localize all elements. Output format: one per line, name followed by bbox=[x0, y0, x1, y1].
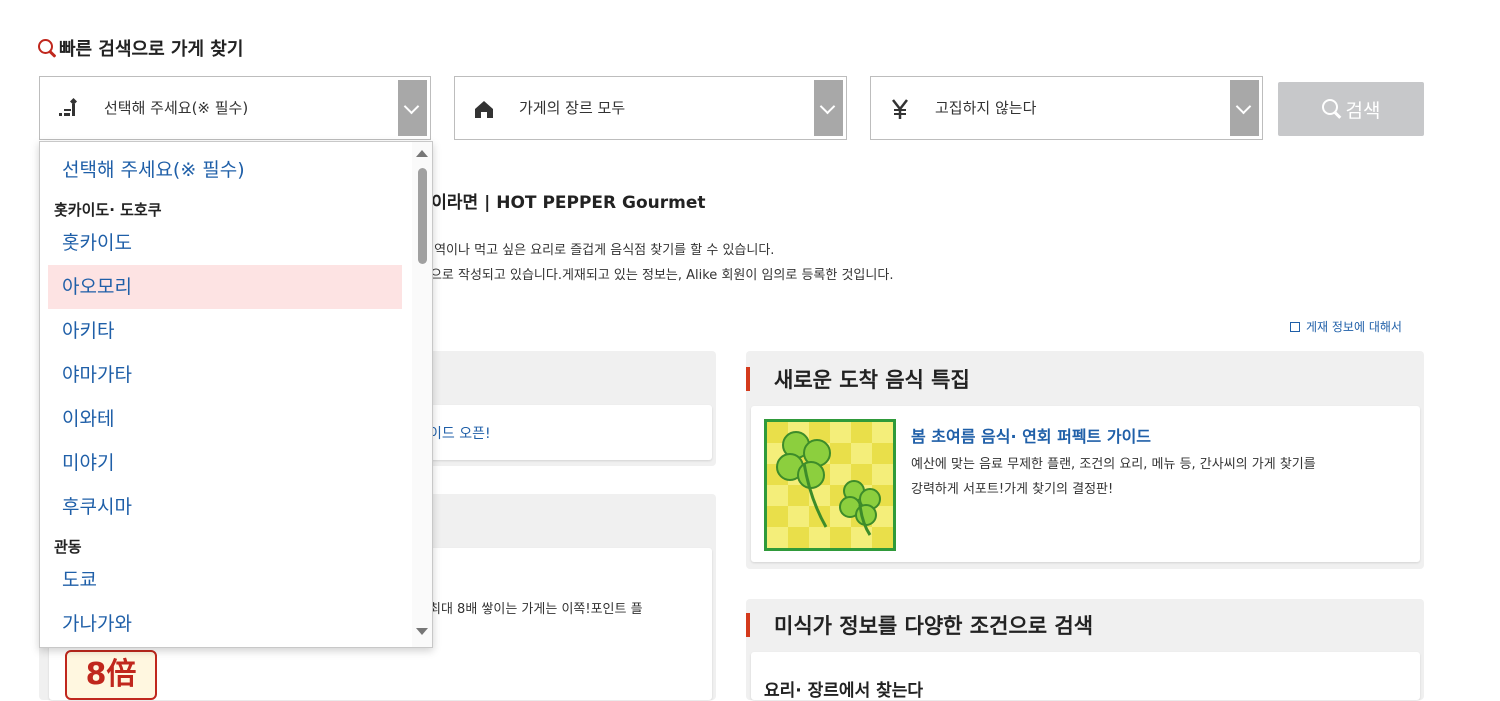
budget-select-value: 고집하지 않는다 bbox=[935, 99, 1037, 117]
home-icon bbox=[475, 101, 493, 118]
quick-search-title: 빠른 검색으로 가게 찾기 bbox=[59, 39, 244, 60]
feature-desc-1: 예산에 맞는 음료 무제한 플랜, 조건의 요리, 메뉴 등, 간사씨의 가게 … bbox=[911, 457, 1316, 472]
dropdown-group-hokkaido-tohoku: 홋카이도· 도호쿠 bbox=[54, 201, 162, 219]
area-select-value: 선택해 주세요(※ 필수) bbox=[104, 99, 249, 117]
gourmet-subtitle: 요리· 장르에서 찾는다 bbox=[764, 681, 924, 701]
dropdown-option-hokkaido[interactable]: 홋카이도 bbox=[40, 225, 410, 265]
dropdown-option-miyagi[interactable]: 미야기 bbox=[40, 441, 410, 485]
scroll-down-arrow-icon[interactable] bbox=[416, 628, 428, 635]
budget-select[interactable]: 고집하지 않는다 bbox=[870, 76, 1263, 140]
dropdown-group-kanto: 관동 bbox=[54, 538, 82, 556]
search-button-label: 검색 bbox=[1345, 99, 1381, 122]
dropdown-option-iwate[interactable]: 이와테 bbox=[40, 397, 410, 441]
area-dropdown-list[interactable]: 선택해 주세요(※ 필수) 홋카이도· 도호쿠 홋카이도 아오모리 아키타 야마… bbox=[39, 141, 433, 648]
dropdown-option-akita[interactable]: 아키타 bbox=[40, 309, 410, 353]
left-card-1-text: 이드 오픈! bbox=[429, 426, 491, 442]
chevron-down-icon[interactable] bbox=[814, 80, 843, 136]
genre-select-value: 가게의 장르 모두 bbox=[519, 99, 626, 117]
promo-badge: 8倍 bbox=[65, 650, 157, 700]
title-accent-bar bbox=[746, 613, 750, 637]
quick-search-heading: 빠른 검색으로 가게 찾기 bbox=[38, 34, 243, 62]
search-button[interactable]: 검색 bbox=[1278, 82, 1424, 136]
intro-line-2: 방으로 작성되고 있습니다.게재되고 있는 정보는, Alike 회원이 임의로… bbox=[418, 268, 894, 283]
feature-title[interactable]: 봄 초여름 음식· 연회 퍼펙트 가이드 bbox=[911, 423, 1151, 447]
intro-title: 검색이라면 | HOT PEPPER Gourmet bbox=[400, 193, 706, 213]
new-food-title: 새로운 도착 음식 특집 bbox=[746, 365, 970, 393]
about-link-label: 게재 정보에 대해서 bbox=[1306, 320, 1402, 334]
title-accent-bar bbox=[746, 367, 750, 391]
gourmet-card: 요리· 장르에서 찾는다 bbox=[751, 652, 1420, 701]
about-listing-link[interactable]: 게재 정보에 대해서 bbox=[1290, 318, 1402, 335]
gourmet-title: 미식가 정보를 다양한 조건으로 검색 bbox=[746, 611, 1093, 639]
dropdown-option-placeholder[interactable]: 선택해 주세요(※ 필수) bbox=[40, 148, 410, 192]
scrollbar-thumb[interactable] bbox=[418, 168, 427, 264]
dropdown-option-tokyo[interactable]: 도쿄 bbox=[40, 562, 410, 602]
four-leaf-clover-icon bbox=[764, 419, 896, 551]
dropdown-option-aomori[interactable]: 아오모리 bbox=[48, 265, 402, 309]
feature-card[interactable]: 봄 초여름 음식· 연회 퍼펙트 가이드 예산에 맞는 음료 무제한 플랜, 조… bbox=[751, 406, 1420, 562]
chevron-down-icon[interactable] bbox=[398, 80, 427, 136]
intro-line-1: 은 역이나 먹고 싶은 요리로 즐겁게 음식점 찾기를 할 수 있습니다. bbox=[418, 243, 775, 258]
yen-icon bbox=[892, 99, 908, 119]
promo-banner[interactable]: 8倍 bbox=[56, 640, 186, 700]
genre-select[interactable]: 가게의 장르 모두 bbox=[454, 76, 847, 140]
gourmet-section: 미식가 정보를 다양한 조건으로 검색 요리· 장르에서 찾는다 bbox=[746, 599, 1424, 701]
left-card-2-text: 최대 8배 쌓이는 가게는 이쪽!포인트 플 bbox=[429, 602, 643, 617]
search-icon bbox=[1321, 99, 1338, 115]
chevron-down-icon[interactable] bbox=[1230, 80, 1259, 136]
dropdown-option-yamagata[interactable]: 야마가타 bbox=[40, 353, 410, 397]
dropdown-scrollbar[interactable] bbox=[412, 142, 432, 647]
dropdown-options: 선택해 주세요(※ 필수) 홋카이도· 도호쿠 홋카이도 아오모리 아키타 야마… bbox=[40, 148, 410, 646]
area-select[interactable]: 선택해 주세요(※ 필수) bbox=[39, 76, 431, 140]
new-food-section: 새로운 도착 음식 특집 봄 초여름 음식· 연회 퍼펙트 가이드 예산에 맞는… bbox=[746, 351, 1424, 569]
dropdown-option-fukushima[interactable]: 후쿠시마 bbox=[40, 485, 410, 529]
external-link-icon bbox=[1290, 321, 1300, 332]
gourmet-title-text: 미식가 정보를 다양한 조건으로 검색 bbox=[774, 614, 1094, 638]
new-food-title-text: 새로운 도착 음식 특집 bbox=[774, 368, 970, 392]
feature-desc-2: 강력하게 서포트!가게 찾기의 결정판! bbox=[911, 482, 1114, 497]
area-map-icon bbox=[59, 98, 77, 116]
scroll-up-arrow-icon[interactable] bbox=[416, 150, 428, 157]
search-icon bbox=[38, 39, 53, 54]
dropdown-option-kanagawa[interactable]: 가나가와 bbox=[40, 602, 410, 646]
